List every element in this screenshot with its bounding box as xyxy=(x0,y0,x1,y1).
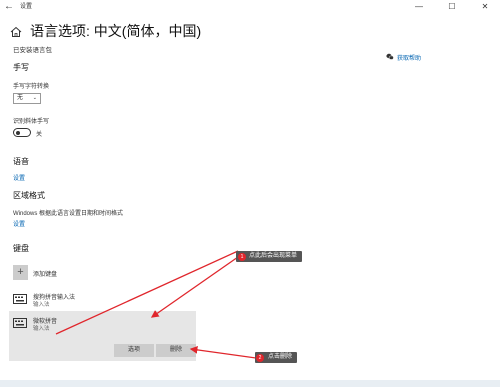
annotation-badge-1: 1 xyxy=(238,252,246,261)
keyboard-icon xyxy=(13,294,27,304)
region-format-description: Windows 根据此语言设置日期和时间格式 xyxy=(13,211,124,217)
voice-heading: 语音 xyxy=(13,157,29,166)
dropdown-value: 无 xyxy=(17,95,24,101)
back-arrow-icon[interactable]: ← xyxy=(4,1,16,13)
window-title: 设置 xyxy=(20,4,33,10)
annotation-arrow xyxy=(189,346,257,359)
close-button[interactable]: ✕ xyxy=(474,0,496,14)
taskbar-strip xyxy=(0,380,500,387)
handwriting-font-dropdown[interactable]: 无 ⌄ xyxy=(13,93,41,104)
region-format-heading: 区域格式 xyxy=(13,191,45,200)
home-icon[interactable] xyxy=(10,26,22,38)
keyboard-heading: 键盘 xyxy=(13,244,29,253)
keyboard-item-type: 输入法 xyxy=(33,326,50,332)
page-title: 语言选项: 中文(简体，中国) xyxy=(30,23,202,39)
delete-button[interactable]: 删除 xyxy=(156,344,196,357)
recognize-italic-label: 识别斜体手写 xyxy=(13,119,50,125)
options-button[interactable]: 选项 xyxy=(114,344,154,357)
add-keyboard-label[interactable]: 添加键盘 xyxy=(33,269,57,278)
voice-settings-link[interactable]: 设置 xyxy=(13,173,25,182)
handwriting-heading: 手写 xyxy=(13,63,29,72)
chevron-down-icon: ⌄ xyxy=(32,95,37,101)
annotation-arrow xyxy=(150,256,239,318)
minimize-button[interactable]: — xyxy=(408,0,430,14)
get-help-link[interactable]: 获取帮助 xyxy=(397,53,421,62)
add-keyboard-plus-icon[interactable]: + xyxy=(13,265,28,280)
keyboard-icon xyxy=(13,318,27,328)
chat-help-icon[interactable] xyxy=(386,53,394,61)
maximize-button[interactable]: ☐ xyxy=(441,0,463,14)
handwriting-font-label: 手写字符转换 xyxy=(13,84,50,90)
region-settings-link[interactable]: 设置 xyxy=(13,219,25,228)
installed-language-pack-text: 已安装语言包 xyxy=(13,47,52,54)
toggle-state-label: 关 xyxy=(36,132,43,138)
keyboard-item-type: 输入法 xyxy=(33,302,50,308)
recognize-italic-toggle[interactable] xyxy=(13,128,31,137)
annotation-badge-2: 2 xyxy=(256,353,264,362)
